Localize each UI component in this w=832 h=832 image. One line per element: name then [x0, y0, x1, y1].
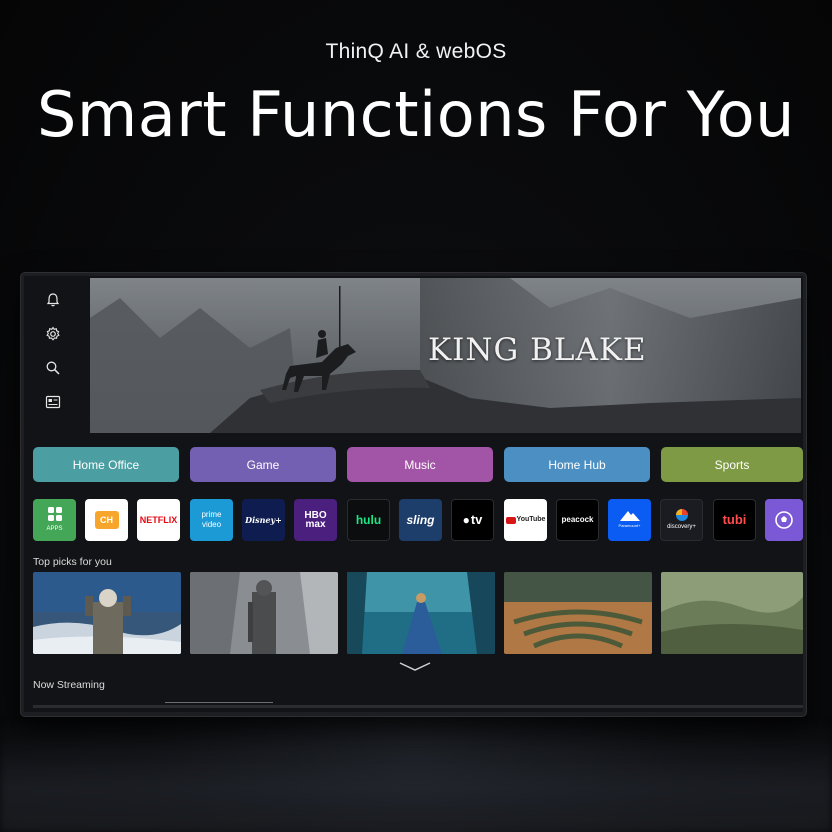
tile-game[interactable]: Game — [190, 447, 336, 482]
scroll-handle[interactable] — [165, 702, 273, 706]
play-icon — [505, 516, 516, 524]
tv-screen: KING BLAKE Home Office Game Music Home H… — [24, 276, 803, 712]
headline: Smart Functions For You — [37, 78, 795, 151]
tile-label: Game — [246, 457, 280, 472]
hero-banner[interactable]: KING BLAKE — [90, 278, 801, 433]
top-picks-title: Top picks for you — [33, 556, 112, 568]
now-streaming-rail — [33, 702, 803, 708]
soccer-ball-icon — [775, 511, 793, 529]
app-hbo-max[interactable]: HBO max — [294, 499, 337, 541]
app-label: tubi — [722, 512, 747, 527]
app-label: Disney+ — [245, 515, 282, 525]
tile-music[interactable]: Music — [347, 447, 493, 482]
chevron-down-icon[interactable] — [398, 661, 432, 673]
app-label: NETFLIX — [139, 515, 178, 525]
app-label: discovery+ — [667, 524, 696, 530]
app-youtube[interactable]: YouTube — [504, 499, 547, 541]
pick-astronaut[interactable] — [33, 572, 181, 654]
tile-label: Sports — [714, 457, 750, 472]
tile-label: Home Hub — [548, 457, 606, 472]
discovery-globe-icon — [675, 509, 688, 521]
apple-icon: ● — [462, 513, 470, 527]
tile-sports[interactable]: Sports — [661, 447, 803, 482]
pick-knight-statue[interactable] — [190, 572, 338, 654]
tile-home-hub[interactable]: Home Hub — [504, 447, 650, 482]
app-hulu[interactable]: hulu — [347, 499, 390, 541]
app-discovery-plus[interactable]: discovery+ — [660, 499, 703, 541]
app-peacock[interactable]: peacock — [556, 499, 599, 541]
app-label: HBO max — [304, 510, 327, 530]
app-sling[interactable]: sling — [399, 499, 442, 541]
side-menu — [24, 276, 90, 436]
app-prime-video[interactable]: prime video — [190, 499, 233, 541]
app-tubi[interactable]: tubi — [713, 499, 756, 541]
app-disney-plus[interactable]: Disney+ — [242, 499, 285, 541]
blue-forest-thumbnail — [347, 572, 495, 654]
app-label: tv — [470, 512, 483, 527]
app-lg-channels[interactable]: CH — [85, 499, 128, 541]
maze-thumbnail — [504, 572, 652, 654]
pick-green-hills[interactable] — [661, 572, 803, 654]
pick-blue-forest[interactable] — [347, 572, 495, 654]
floor-glow — [0, 720, 832, 832]
astronaut-thumbnail — [33, 572, 181, 654]
top-picks-row — [33, 572, 803, 654]
app-apps[interactable]: APPS — [33, 499, 76, 541]
pick-maze[interactable] — [504, 572, 652, 654]
app-sports[interactable] — [765, 499, 803, 541]
app-label: peacock — [561, 515, 594, 524]
knight-thumbnail — [190, 572, 338, 654]
hero-title: KING BLAKE — [428, 332, 647, 368]
app-label: YouTube — [516, 516, 546, 523]
app-label: CH — [94, 511, 119, 529]
apps-row: APPS CH NETFLIX prime video Disney+ HBO … — [33, 499, 803, 543]
app-label: Paramount+ — [618, 523, 641, 528]
app-label: sling — [406, 513, 435, 527]
category-tiles: Home Office Game Music Home Hub Sports — [33, 447, 803, 483]
app-netflix[interactable]: NETFLIX — [137, 499, 180, 541]
app-apple-tv[interactable]: ● tv — [451, 499, 494, 541]
tv-frame: KING BLAKE Home Office Game Music Home H… — [21, 273, 806, 716]
app-label: prime video — [201, 510, 222, 529]
guide-icon[interactable] — [44, 393, 62, 411]
gear-icon[interactable] — [44, 325, 62, 343]
bell-icon[interactable] — [44, 291, 62, 309]
mountain-icon — [619, 511, 640, 521]
green-hills-thumbnail — [661, 572, 803, 654]
search-icon[interactable] — [44, 359, 62, 377]
app-label: APPS — [46, 526, 63, 532]
now-streaming-title: Now Streaming — [33, 679, 105, 691]
tile-label: Music — [404, 457, 436, 472]
apps-grid-icon — [47, 507, 62, 521]
subtitle: ThinQ AI & webOS — [325, 40, 507, 63]
app-label: hulu — [355, 513, 382, 527]
tile-home-office[interactable]: Home Office — [33, 447, 179, 482]
app-paramount-plus[interactable]: Paramount+ — [608, 499, 651, 541]
tile-label: Home Office — [72, 457, 140, 472]
